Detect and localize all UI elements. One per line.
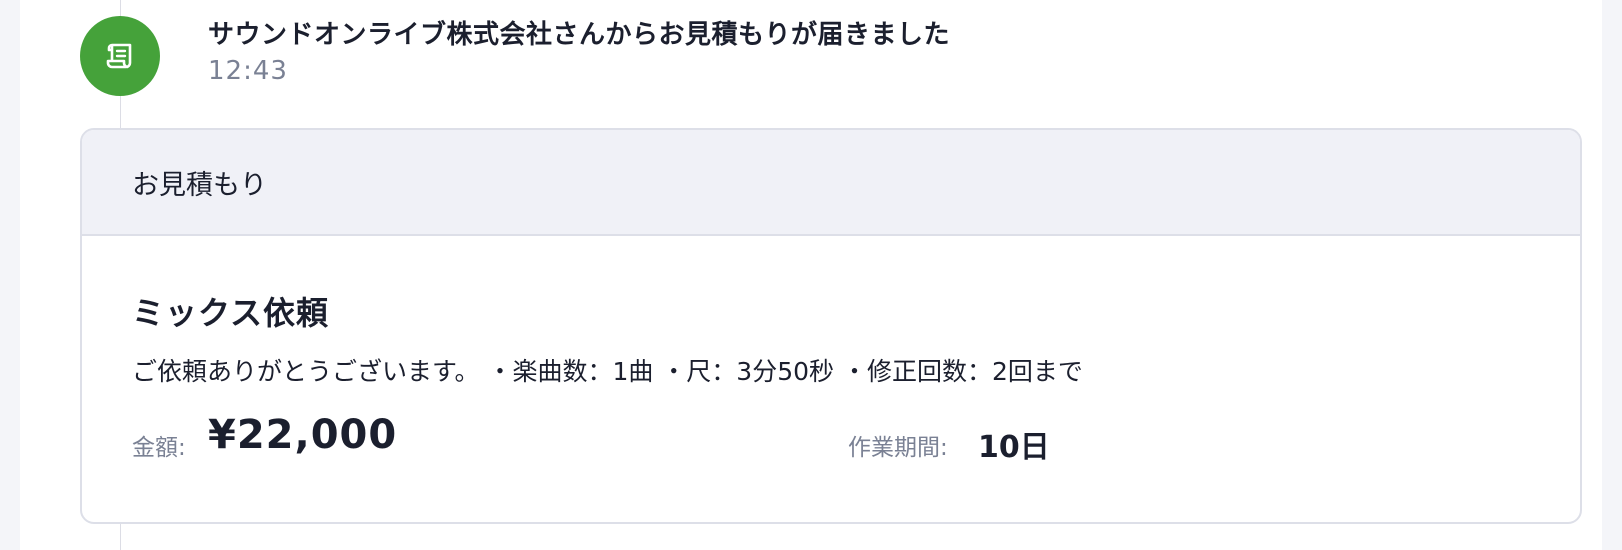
event-title: サウンドオンライブ株式会社さんからお見積もりが届きました (208, 20, 951, 50)
scroll-icon-glyph (106, 43, 132, 69)
price-label: 金額: (132, 435, 186, 461)
quote-card-title: お見積もり (132, 169, 267, 201)
work-period-label: 作業期間: (848, 435, 948, 461)
quote-item-title: ミックス依頼 (132, 294, 330, 332)
event-timestamp: 12:43 (208, 56, 288, 86)
quote-item-description: ご依頼ありがとうございます。 ・楽曲数：1曲 ・尺：3分50秒 ・修正回数：2回… (132, 357, 1083, 386)
scroll-icon (80, 16, 160, 96)
activity-panel: サウンドオンライブ株式会社さんからお見積もりが届きました 12:43 お見積もり… (20, 0, 1602, 550)
price-value: ¥22,000 (208, 412, 398, 458)
quote-card-body: ミックス依頼 ご依頼ありがとうございます。 ・楽曲数：1曲 ・尺：3分50秒 ・… (82, 236, 1580, 522)
work-period-value: 10日 (978, 430, 1050, 465)
quote-card-header: お見積もり (82, 130, 1580, 236)
quote-card[interactable]: お見積もり ミックス依頼 ご依頼ありがとうございます。 ・楽曲数：1曲 ・尺：3… (80, 128, 1582, 524)
